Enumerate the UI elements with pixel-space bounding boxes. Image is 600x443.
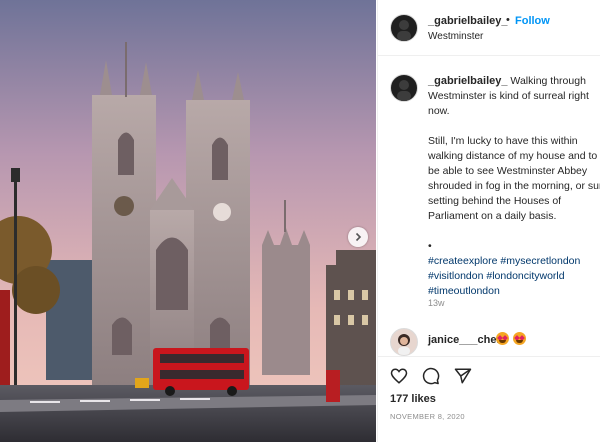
follow-button[interactable]: Follow xyxy=(515,15,550,27)
post-date: NOVEMBER 8, 2020 xyxy=(390,412,465,421)
post-age: 13w xyxy=(428,298,445,308)
comment-icon[interactable] xyxy=(422,367,440,385)
post-actions: 177 likes NOVEMBER 8, 2020 xyxy=(378,356,600,443)
share-icon[interactable] xyxy=(454,367,472,385)
heart-icon[interactable] xyxy=(390,367,408,385)
hashtag-londoncityworld[interactable]: #londoncityworld xyxy=(486,270,564,282)
chevron-right-icon xyxy=(355,232,362,242)
hashtag-list: #createexplore #mysecretlondon #visitlon… xyxy=(428,254,600,299)
post-caption: _gabrielbailey_ Walking through Westmins… xyxy=(428,74,600,299)
caption-author-avatar[interactable] xyxy=(390,74,418,102)
post-side-panel: _gabrielbailey_ • Follow Westminster _ga… xyxy=(377,0,600,442)
next-image-button[interactable] xyxy=(348,227,368,247)
hashtag-mysecretlondon[interactable]: #mysecretlondon xyxy=(500,255,580,267)
likes-count[interactable]: 177 likes xyxy=(390,393,436,405)
caption-area: _gabrielbailey_ Walking through Westmins… xyxy=(378,70,600,320)
hashtag-timeoutlondon[interactable]: #timeoutlondon xyxy=(428,285,500,297)
westminster-abbey-photo xyxy=(0,0,376,442)
commenter-username[interactable]: janice___chen xyxy=(428,334,503,346)
caption-line-2: Still, I'm lucky to have this within wal… xyxy=(428,135,600,222)
post-header: _gabrielbailey_ • Follow Westminster xyxy=(378,0,600,56)
post-photo[interactable] xyxy=(0,0,376,442)
author-username[interactable]: _gabrielbailey_ xyxy=(428,15,508,27)
caption-bullet: • xyxy=(428,240,432,252)
hashtag-createexplore[interactable]: #createexplore xyxy=(428,255,497,267)
comment-text xyxy=(496,332,527,345)
post-location[interactable]: Westminster xyxy=(428,31,483,42)
separator-dot: • xyxy=(506,14,510,26)
commenter-avatar[interactable] xyxy=(390,328,418,356)
heart-eyes-emoji-icon xyxy=(513,332,527,345)
heart-eyes-emoji-icon xyxy=(496,332,509,345)
hashtag-visitlondon[interactable]: #visitlondon xyxy=(428,270,483,282)
author-avatar[interactable] xyxy=(390,14,418,42)
comment-row: janice___chen xyxy=(378,326,600,356)
caption-author-username[interactable]: _gabrielbailey_ xyxy=(428,75,508,87)
